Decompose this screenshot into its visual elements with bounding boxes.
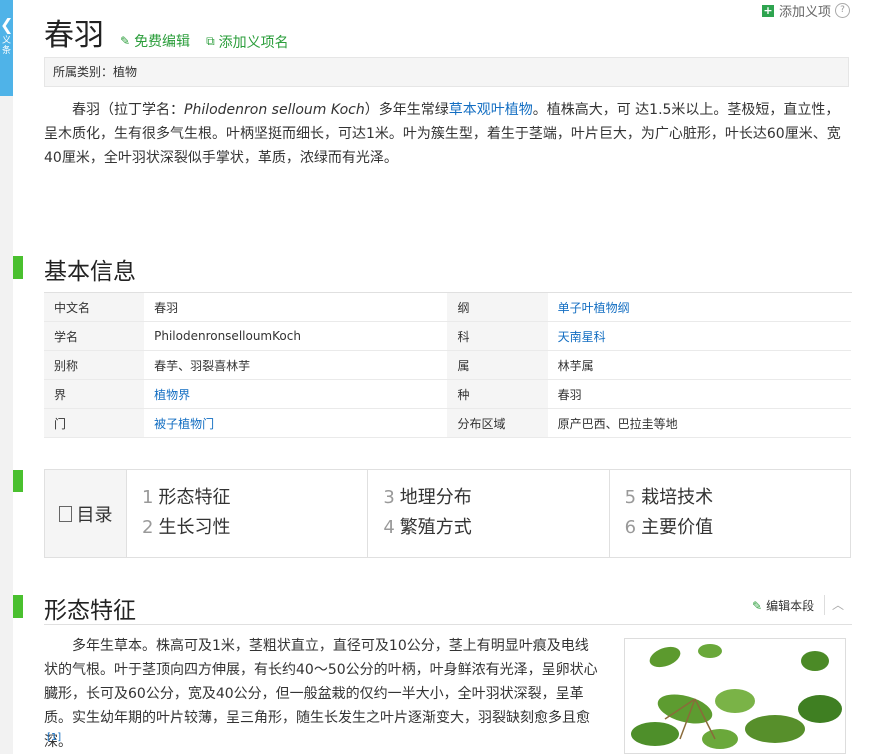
add-name-button[interactable]: ⧉ 添加义项名 (206, 32, 289, 52)
info-key: 纲 (447, 293, 548, 322)
info-text: 春芋、羽裂喜林芋 (154, 358, 251, 373)
free-edit-button[interactable]: ✎ 免费编辑 (120, 31, 190, 51)
category-bar: 所属类别：植物 (44, 57, 849, 87)
info-text: PhilodenronselloumKoch (154, 329, 301, 343)
morphology-paragraph: 多年生草本。株高可及1米，茎粗状直立，直径可及10公分，茎上有明显叶痕及电线状的… (44, 638, 598, 750)
table-row: 别称 春芋、羽裂喜林芋 属 林芋属 (44, 350, 851, 380)
summary-link[interactable]: 草本观叶植物 (449, 102, 533, 118)
pencil-icon: ✎ (120, 34, 131, 48)
info-value: 天南星科 (547, 321, 851, 351)
summary-part-1: 春羽（拉丁学名： (72, 102, 184, 118)
add-name-icon: ⧉ (206, 34, 215, 48)
info-key: 分布区域 (447, 408, 548, 438)
info-key: 界 (44, 379, 145, 409)
info-text: 分布区域 (457, 416, 506, 431)
info-link[interactable]: 植物界 (154, 388, 190, 402)
toc-column: 5 栽培技术 6 主要价值 (610, 470, 850, 557)
toc-item[interactable]: 6 主要价值 (625, 513, 850, 543)
info-text: 原产巴西、巴拉圭等地 (557, 416, 678, 431)
toc-header: 目录 (45, 470, 127, 557)
info-value: 春羽 (144, 293, 448, 322)
plus-icon: + (761, 3, 774, 17)
info-value: 植物界 (144, 379, 448, 409)
info-text: 种 (457, 387, 470, 402)
info-text: 界 (54, 387, 67, 402)
info-value: 春芋、羽裂喜林芋 (144, 350, 448, 380)
add-name-label: 添加义项名 (218, 34, 289, 51)
side-tab[interactable]: ❮ 义条 (0, 0, 13, 96)
info-text: 门 (54, 416, 67, 431)
toc-item[interactable]: 2 生长习性 (142, 513, 367, 543)
info-key: 中文名 (44, 293, 145, 322)
toc-label: 目录 (76, 504, 113, 526)
toc-item[interactable]: 5 栽培技术 (625, 483, 850, 513)
page-title: 春羽 (44, 18, 104, 53)
info-text: 属 (457, 358, 470, 373)
info-text: 别称 (54, 358, 79, 373)
edit-section-label: 编辑本段 (766, 599, 815, 613)
pencil-icon: ✎ (752, 598, 763, 613)
toc-column: 1 形态特征 2 生长习性 (127, 470, 369, 557)
info-text: 中文名 (54, 300, 91, 315)
info-key: 门 (44, 408, 145, 438)
summary-paragraph: 春羽（拉丁学名：Philodenron selloum Koch）多年生常绿草本… (44, 98, 852, 170)
info-text: 春羽 (557, 387, 582, 402)
side-tab-icon: ❮ (0, 15, 13, 34)
info-key: 学名 (44, 321, 145, 351)
side-tab-text: 义条 (1, 36, 11, 56)
toc-item[interactable]: 4 繁殖方式 (383, 513, 608, 543)
info-text: 林芋属 (557, 358, 594, 373)
table-row: 中文名 春羽 纲 单子叶植物纲 (44, 293, 851, 322)
info-link[interactable]: 单子叶植物纲 (558, 301, 630, 315)
collapse-icon[interactable]: ︿ (824, 595, 851, 615)
info-value: 被子植物门 (144, 408, 448, 438)
section-marker-basic (13, 256, 23, 279)
section-marker-toc (13, 470, 23, 492)
toc-column: 3 地理分布 4 繁殖方式 (368, 470, 610, 557)
info-link[interactable]: 天南星科 (558, 330, 606, 344)
latin-name: Philodenron selloum Koch (184, 102, 365, 118)
edit-section-button[interactable]: ✎ 编辑本段 (752, 597, 814, 614)
table-of-contents: 目录 1 形态特征 2 生长习性 3 地理分布 4 繁殖方式 5 栽培技术 6 主要价值 (44, 469, 851, 558)
catalog-icon (58, 505, 72, 522)
toc-item[interactable]: 1 形态特征 (142, 483, 367, 513)
info-value: 原产巴西、巴拉圭等地 (547, 408, 851, 438)
morphology-title: 形态特征 (44, 598, 136, 624)
info-text: 学名 (54, 329, 79, 344)
add-entry-label: 添加义项 (778, 5, 831, 20)
plant-photo[interactable] (624, 638, 846, 754)
info-value: PhilodenronselloumKoch (144, 321, 448, 351)
info-key: 种 (447, 379, 548, 409)
basic-info-table: 中文名 春羽纲单子叶植物纲 学名 PhilodenronselloumKoch 科天南星… (44, 293, 851, 438)
info-key: 属 (447, 350, 548, 380)
toc-item[interactable]: 3 地理分布 (383, 483, 608, 513)
info-text: 科 (457, 329, 470, 344)
help-icon[interactable]: ? (835, 3, 850, 18)
info-text: 春羽 (154, 300, 179, 315)
table-row: 学名 PhilodenronselloumKoch 科 天南星科 (44, 321, 851, 351)
info-value: 单子叶植物纲 (547, 293, 851, 322)
reference-link[interactable]: [1] (47, 732, 61, 743)
info-key: 别称 (44, 350, 145, 380)
free-edit-label: 免费编辑 (134, 34, 191, 50)
info-value: 林芋属 (547, 350, 851, 380)
info-value: 春羽 (547, 379, 851, 409)
summary-part-2: ）多年生常绿 (364, 102, 449, 118)
plant-illustration (625, 639, 845, 753)
info-text: 纲 (457, 300, 470, 315)
info-key: 科 (447, 321, 548, 351)
table-row: 界 植物界 种 春羽 (44, 379, 851, 409)
section-marker-morphology (13, 595, 23, 618)
info-link[interactable]: 被子植物门 (154, 417, 214, 431)
table-row: 门 被子植物门 分布区域 原产巴西、巴拉圭等地 (44, 408, 851, 438)
title-row: 春羽 ✎ 免费编辑 ⧉ 添加义项名 (44, 10, 289, 54)
add-entry-link[interactable]: + 添加义项 ? (761, 1, 850, 20)
morphology-divider (44, 624, 852, 625)
basic-info-title: 基本信息 (44, 259, 136, 285)
left-strip (0, 0, 13, 754)
